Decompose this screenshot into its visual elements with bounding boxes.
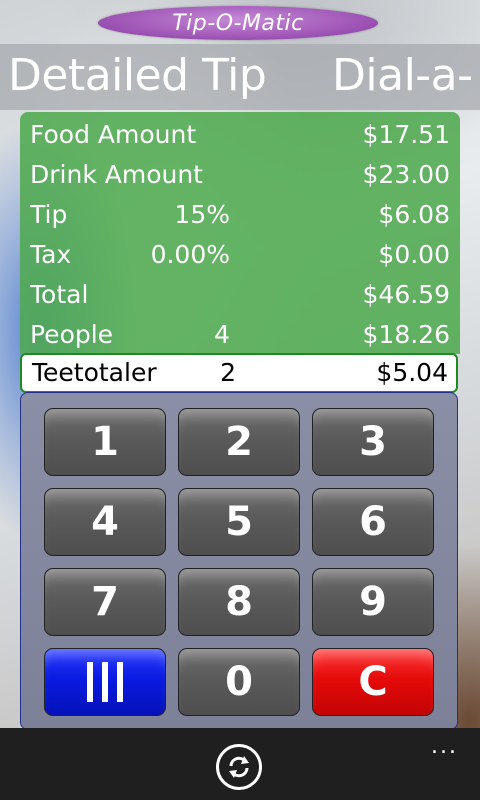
- row-amount: $46.59: [362, 280, 450, 309]
- row-label: Food Amount: [30, 120, 197, 149]
- teetotaler-label: Teetotaler: [32, 358, 157, 387]
- teetotaler-count: 2: [220, 358, 236, 387]
- teetotaler-amount: $5.04: [376, 358, 448, 387]
- more-options-button[interactable]: ...: [431, 734, 458, 759]
- tip-summary-panel: Food Amount $17.51 Drink Amount $23.00 T…: [20, 112, 460, 354]
- key-5[interactable]: 5: [178, 488, 300, 556]
- people-row[interactable]: People 4 $18.26: [30, 316, 450, 356]
- row-amount: $6.08: [378, 200, 450, 229]
- row-label: Tip: [30, 200, 68, 229]
- tip-row[interactable]: Tip 15% $6.08: [30, 196, 450, 236]
- row-label: Total: [30, 280, 89, 309]
- keypad: 1 2 3 4 5 6 7 8 9 0 C: [20, 392, 458, 730]
- row-amount: $18.26: [362, 320, 450, 349]
- key-3[interactable]: 3: [312, 408, 434, 476]
- split-bars-icon: [87, 662, 123, 702]
- app-title: Tip-O-Matic: [98, 6, 378, 40]
- key-7[interactable]: 7: [44, 568, 166, 636]
- pivot-item-detailed-tip[interactable]: Detailed Tip: [8, 50, 267, 101]
- people-count: 4: [214, 320, 230, 349]
- app-bar: ...: [0, 728, 480, 800]
- tax-percent: 0.00%: [150, 240, 230, 269]
- row-label: Tax: [30, 240, 72, 269]
- key-1[interactable]: 1: [44, 408, 166, 476]
- pivot-header: Detailed Tip Dial-a-: [0, 44, 480, 110]
- key-0[interactable]: 0: [178, 648, 300, 716]
- teetotaler-row[interactable]: Teetotaler 2 $5.04: [20, 353, 458, 393]
- food-amount-row[interactable]: Food Amount $17.51: [30, 116, 450, 156]
- refresh-button[interactable]: [216, 744, 262, 790]
- row-amount: $0.00: [378, 240, 450, 269]
- tip-percent: 15%: [174, 200, 230, 229]
- clear-button[interactable]: C: [312, 648, 434, 716]
- row-label: People: [30, 320, 114, 349]
- tax-row[interactable]: Tax 0.00% $0.00: [30, 236, 450, 276]
- key-2[interactable]: 2: [178, 408, 300, 476]
- split-button[interactable]: [44, 648, 166, 716]
- pivot-item-dial-a-tip[interactable]: Dial-a-: [332, 50, 473, 101]
- key-9[interactable]: 9: [312, 568, 434, 636]
- row-label: Drink Amount: [30, 160, 203, 189]
- row-amount: $17.51: [362, 120, 450, 149]
- key-4[interactable]: 4: [44, 488, 166, 556]
- key-6[interactable]: 6: [312, 488, 434, 556]
- refresh-icon: [229, 756, 249, 778]
- total-row[interactable]: Total $46.59: [30, 276, 450, 316]
- row-amount: $23.00: [362, 160, 450, 189]
- drink-amount-row[interactable]: Drink Amount $23.00: [30, 156, 450, 196]
- key-8[interactable]: 8: [178, 568, 300, 636]
